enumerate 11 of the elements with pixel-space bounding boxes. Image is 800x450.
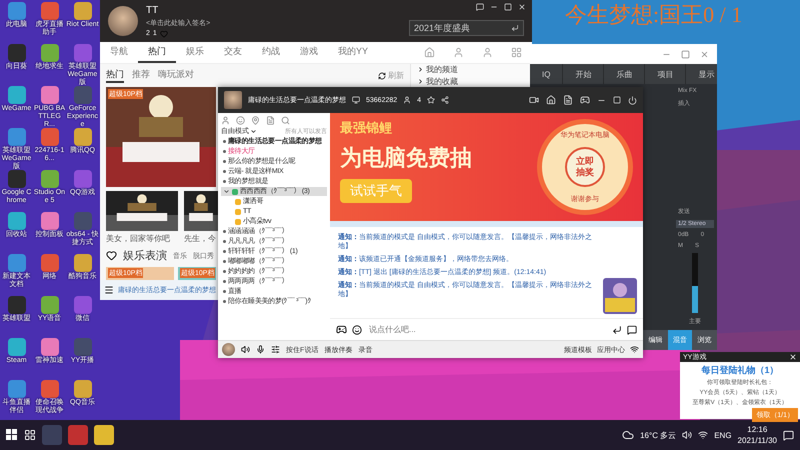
task-view-icon[interactable] — [24, 429, 36, 441]
weather-text[interactable]: 16°C 多云 — [640, 430, 676, 440]
windows-icon[interactable] — [6, 429, 18, 441]
cloud-icon — [622, 429, 634, 441]
network-icon[interactable] — [698, 430, 708, 440]
language-indicator[interactable]: ENG — [714, 430, 732, 440]
notification-icon[interactable] — [783, 430, 794, 440]
volume-icon[interactable] — [682, 430, 692, 440]
clock-date[interactable]: 2021/11/30 — [738, 436, 777, 445]
taskbar-app-icon[interactable] — [94, 425, 114, 445]
clock-time[interactable]: 12:16 — [747, 425, 768, 434]
